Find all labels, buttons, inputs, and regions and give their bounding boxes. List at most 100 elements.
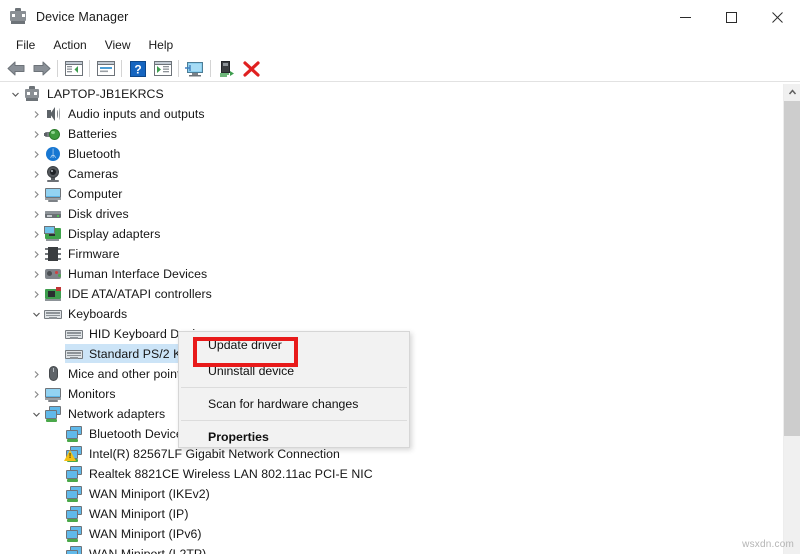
display-adapter-icon <box>44 225 62 243</box>
console-tree-button[interactable] <box>61 57 86 80</box>
chevron-right-icon[interactable] <box>28 144 44 164</box>
context-menu-update-driver[interactable]: Update driver <box>179 332 409 358</box>
tree-row[interactable]: ᛦ Bluetooth <box>0 144 783 164</box>
computer-root-icon <box>23 85 41 103</box>
context-menu-separator <box>181 420 407 421</box>
tree-row[interactable]: Disk drives <box>0 204 783 224</box>
tree-row[interactable]: Display adapters <box>0 224 783 244</box>
maximize-button[interactable] <box>708 0 754 34</box>
toolbar-separator <box>89 60 90 77</box>
context-menu[interactable]: Update driver Uninstall device Scan for … <box>178 331 410 448</box>
context-menu-properties[interactable]: Properties <box>179 424 409 450</box>
forward-button[interactable] <box>29 57 54 80</box>
chevron-placeholder <box>49 504 65 524</box>
menu-file[interactable]: File <box>7 36 44 55</box>
tree-row[interactable]: Batteries <box>0 124 783 144</box>
tree-row-label: Human Interface Devices <box>68 267 208 281</box>
tree-row[interactable]: Human Interface Devices <box>0 264 783 284</box>
title-bar: Device Manager <box>0 0 800 34</box>
chevron-placeholder <box>49 324 65 344</box>
tree-row[interactable]: Keyboards <box>0 304 783 324</box>
chevron-right-icon[interactable] <box>28 104 44 124</box>
network-adapter-warning-icon <box>64 445 83 463</box>
uninstall-device-button[interactable] <box>239 57 264 80</box>
chevron-right-icon[interactable] <box>28 184 44 204</box>
tree-row-label: WAN Miniport (L2TP) <box>89 547 207 554</box>
chevron-right-icon[interactable] <box>28 124 44 144</box>
tree-row[interactable]: WAN Miniport (L2TP) <box>0 544 783 554</box>
chevron-placeholder <box>49 524 65 544</box>
menu-bar: File Action View Help <box>0 34 800 56</box>
network-adapter-icon <box>65 545 83 554</box>
window-title: Device Manager <box>36 10 129 24</box>
update-driver-button[interactable] <box>214 57 239 80</box>
chevron-down-icon[interactable] <box>28 304 44 324</box>
device-tree[interactable]: LAPTOP-JB1EKRCS Audio inputs and outputs… <box>0 84 783 554</box>
keyboard-icon <box>44 305 62 323</box>
toolbar-separator <box>210 60 211 77</box>
tree-row[interactable]: IDE ATA/ATAPI controllers <box>0 284 783 304</box>
minimize-button[interactable] <box>662 0 708 34</box>
scrollbar-thumb[interactable] <box>784 101 800 436</box>
chevron-right-icon[interactable] <box>28 364 44 384</box>
action-pane-button[interactable] <box>150 57 175 80</box>
tree-row-label: WAN Miniport (IPv6) <box>89 527 202 541</box>
tree-row-label: Disk drives <box>68 207 129 221</box>
vertical-scrollbar[interactable] <box>783 84 800 554</box>
context-menu-scan-for-hardware-changes[interactable]: Scan for hardware changes <box>179 391 409 417</box>
tree-row[interactable]: Computer <box>0 184 783 204</box>
help-button[interactable]: ? <box>125 57 150 80</box>
chevron-placeholder <box>49 444 65 464</box>
tree-row-label: Bluetooth <box>68 147 121 161</box>
battery-icon <box>44 125 62 143</box>
context-menu-separator <box>181 387 407 388</box>
close-button[interactable] <box>754 0 800 34</box>
chevron-down-icon[interactable] <box>7 84 23 104</box>
chevron-right-icon[interactable] <box>28 204 44 224</box>
disk-drive-icon <box>44 205 62 223</box>
properties-button[interactable] <box>93 57 118 80</box>
chevron-placeholder <box>49 484 65 504</box>
tree-row-root[interactable]: LAPTOP-JB1EKRCS <box>0 84 783 104</box>
chevron-right-icon[interactable] <box>28 244 44 264</box>
network-adapter-icon <box>65 485 83 503</box>
tree-row[interactable]: Cameras <box>0 164 783 184</box>
scroll-up-arrow-icon[interactable] <box>784 84 800 101</box>
bluetooth-icon: ᛦ <box>44 145 62 163</box>
monitor-icon <box>44 185 62 203</box>
mouse-icon <box>44 365 62 383</box>
tree-row[interactable]: WAN Miniport (IPv6) <box>0 524 783 544</box>
chevron-right-icon[interactable] <box>28 164 44 184</box>
firmware-chip-icon <box>44 245 62 263</box>
scan-for-hardware-changes-button[interactable] <box>182 57 207 80</box>
menu-help[interactable]: Help <box>140 36 183 55</box>
tree-row[interactable]: WAN Miniport (IP) <box>0 504 783 524</box>
chevron-placeholder <box>49 344 65 364</box>
tree-row-label: WAN Miniport (IP) <box>89 507 189 521</box>
toolbar: ? <box>0 56 800 81</box>
chevron-right-icon[interactable] <box>28 284 44 304</box>
speaker-icon <box>44 105 62 123</box>
menu-view[interactable]: View <box>96 36 140 55</box>
chevron-placeholder <box>49 544 65 554</box>
tree-row[interactable]: Realtek 8821CE Wireless LAN 802.11ac PCI… <box>0 464 783 484</box>
chevron-right-icon[interactable] <box>28 384 44 404</box>
menu-action[interactable]: Action <box>44 36 95 55</box>
tree-row-label: Audio inputs and outputs <box>68 107 205 121</box>
hid-icon <box>44 265 62 283</box>
tree-row[interactable]: Audio inputs and outputs <box>0 104 783 124</box>
context-menu-uninstall-device[interactable]: Uninstall device <box>179 358 409 384</box>
toolbar-separator <box>57 60 58 77</box>
device-manager-icon <box>9 8 27 26</box>
tree-row[interactable]: Firmware <box>0 244 783 264</box>
chevron-right-icon[interactable] <box>28 264 44 284</box>
back-button[interactable] <box>4 57 29 80</box>
tree-row[interactable]: WAN Miniport (IKEv2) <box>0 484 783 504</box>
tree-row-label: Display adapters <box>68 227 161 241</box>
tree-row-label: Realtek 8821CE Wireless LAN 802.11ac PCI… <box>89 467 373 481</box>
tree-row-label: Computer <box>68 187 123 201</box>
network-adapter-icon <box>65 425 83 443</box>
tree-row-label: Monitors <box>68 387 116 401</box>
chevron-down-icon[interactable] <box>28 404 44 424</box>
chevron-right-icon[interactable] <box>28 224 44 244</box>
